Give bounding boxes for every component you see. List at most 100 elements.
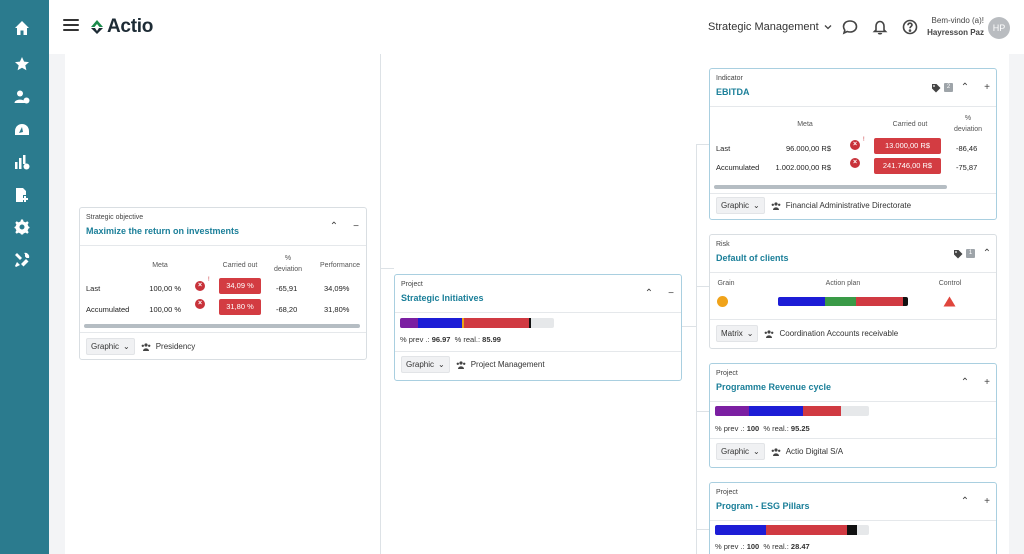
card-divider	[710, 438, 996, 439]
carried-out-value: 34,09 %	[219, 278, 261, 294]
row-label: Accumulated	[86, 305, 130, 314]
progress-segment	[802, 406, 842, 416]
indicator-card-ebitda[interactable]: Indicator EBITDA 2 ⌃ + Meta Carried out …	[709, 68, 997, 220]
star-icon[interactable]	[13, 55, 31, 73]
horizontal-scrollbar[interactable]	[714, 185, 947, 189]
team-icon	[141, 342, 151, 351]
minus-icon[interactable]: −	[666, 289, 676, 299]
card-title[interactable]: Program - ESG Pillars	[716, 501, 810, 511]
col-header-performance: Performance	[319, 262, 361, 269]
meta-value: 1.002.000,00 R$	[775, 163, 831, 172]
row-label: Accumulated	[716, 163, 760, 172]
module-select[interactable]: Strategic Management	[708, 21, 832, 33]
col-header-meta: Meta	[797, 121, 813, 128]
error-status-icon: ×	[195, 299, 205, 309]
collapse-icon[interactable]: ⌃	[960, 378, 970, 388]
card-type-label: Indicator	[716, 75, 743, 82]
tree-connector	[696, 144, 697, 554]
users-settings-icon[interactable]	[13, 88, 31, 106]
project-card-strategic-initiatives[interactable]: Project Strategic Initiatives ⌃ − % prev…	[394, 274, 682, 381]
chevron-down-icon: ⌄	[746, 329, 754, 338]
chevron-down-icon	[824, 25, 832, 30]
minus-icon[interactable]: −	[351, 222, 361, 232]
prev-label: % prev .:	[715, 542, 745, 551]
collapse-icon[interactable]: ⌃	[982, 249, 992, 259]
real-value: 85.99	[482, 335, 501, 344]
logo[interactable]: Actio	[89, 16, 153, 38]
card-title[interactable]: Strategic Initiatives	[401, 293, 484, 303]
card-footer: Graphic ⌄ Financial Administrative Direct…	[716, 197, 911, 214]
chat-icon[interactable]	[842, 19, 858, 35]
card-type-label: Project	[401, 281, 423, 288]
dashboard-gauge-icon[interactable]	[13, 121, 31, 139]
collapse-icon[interactable]: ⌃	[644, 289, 654, 299]
card-divider	[710, 401, 996, 402]
progress-segment	[418, 318, 462, 328]
team-label: Coordination Accounts receivable	[764, 329, 898, 338]
tools-icon[interactable]	[13, 251, 31, 269]
view-select[interactable]: Graphic ⌄	[716, 197, 765, 214]
col-header-control: Control	[938, 280, 962, 287]
collapse-icon[interactable]: ⌃	[329, 222, 339, 232]
prev-value: 100	[746, 542, 760, 551]
help-icon[interactable]	[902, 19, 918, 35]
progress-segment	[748, 406, 803, 416]
card-divider	[710, 193, 996, 194]
card-divider	[710, 520, 996, 521]
team-name: Presidency	[155, 342, 196, 351]
strategy-map-canvas[interactable]: Strategic objective Maximize the return …	[65, 54, 1009, 554]
collapse-icon[interactable]: ⌃	[960, 83, 970, 93]
plus-icon[interactable]: +	[982, 497, 992, 507]
home-icon[interactable]	[13, 19, 31, 37]
document-add-icon[interactable]	[13, 186, 31, 204]
horizontal-scrollbar[interactable]	[84, 324, 360, 328]
tree-connector	[696, 144, 709, 145]
view-select[interactable]: Graphic ⌄	[86, 338, 135, 355]
tree-connector	[380, 54, 381, 554]
gear-icon[interactable]	[13, 218, 31, 236]
real-label: % real.:	[763, 542, 789, 551]
progress-values: % prev .: 100 % real.: 95.25	[715, 424, 810, 433]
team-name: Financial Administrative Directorate	[785, 201, 912, 210]
project-card-esg-pillars[interactable]: Project Program - ESG Pillars ⌃ + % prev…	[709, 482, 997, 554]
view-select[interactable]: Matrix ⌄	[716, 325, 759, 342]
progress-segment	[902, 297, 908, 306]
chart-settings-icon[interactable]	[13, 153, 31, 171]
project-card-revenue-cycle[interactable]: Project Programme Revenue cycle ⌃ + % pr…	[709, 363, 997, 468]
bell-icon[interactable]	[872, 19, 888, 35]
card-title[interactable]: EBITDA	[716, 87, 750, 97]
team-icon	[771, 201, 781, 210]
progress-bar	[715, 525, 869, 535]
view-select-label: Matrix	[721, 329, 743, 338]
view-select[interactable]: Graphic ⌄	[401, 356, 450, 373]
avatar[interactable]: HP	[988, 17, 1010, 39]
tree-connector	[696, 529, 709, 530]
hamburger-menu-icon[interactable]	[63, 19, 79, 33]
risk-card-default-of-clients[interactable]: Risk Default of clients 1 ⌃ Grain Action…	[709, 234, 997, 349]
tag-icon[interactable]	[953, 249, 963, 261]
view-select[interactable]: Graphic ⌄	[716, 443, 765, 460]
progress-bar	[715, 406, 869, 416]
card-title[interactable]: Default of clients	[716, 253, 789, 263]
card-footer: Graphic ⌄ Actio Digital S/A	[716, 443, 843, 460]
card-title[interactable]: Maximize the return on investments	[86, 226, 239, 236]
card-title[interactable]: Programme Revenue cycle	[716, 382, 831, 392]
deviation-value: -86,46	[956, 144, 978, 153]
meta-value: 96.000,00 R$	[785, 144, 831, 153]
performance-value: 31,80%	[324, 305, 350, 314]
progress-values: % prev .: 100 % real.: 28.47	[715, 542, 810, 551]
strategic-objective-card[interactable]: Strategic objective Maximize the return …	[79, 207, 367, 360]
collapse-icon[interactable]: ⌃	[960, 497, 970, 507]
plus-icon[interactable]: +	[982, 83, 992, 93]
col-header-carried-out: Carried out	[892, 121, 928, 128]
col-header-grain: Grain	[717, 280, 735, 287]
plus-icon[interactable]: +	[982, 378, 992, 388]
card-footer: Graphic ⌄ Presidency	[86, 338, 195, 355]
card-type-label: Risk	[716, 241, 730, 248]
view-select-label: Graphic	[721, 447, 750, 456]
row-label: Last	[86, 284, 101, 293]
progress-segment	[765, 525, 848, 535]
progress-values: % prev .: 96.97 % real.: 85.99	[400, 335, 501, 344]
action-plan-bar	[778, 297, 908, 306]
tag-icon[interactable]	[931, 83, 941, 95]
